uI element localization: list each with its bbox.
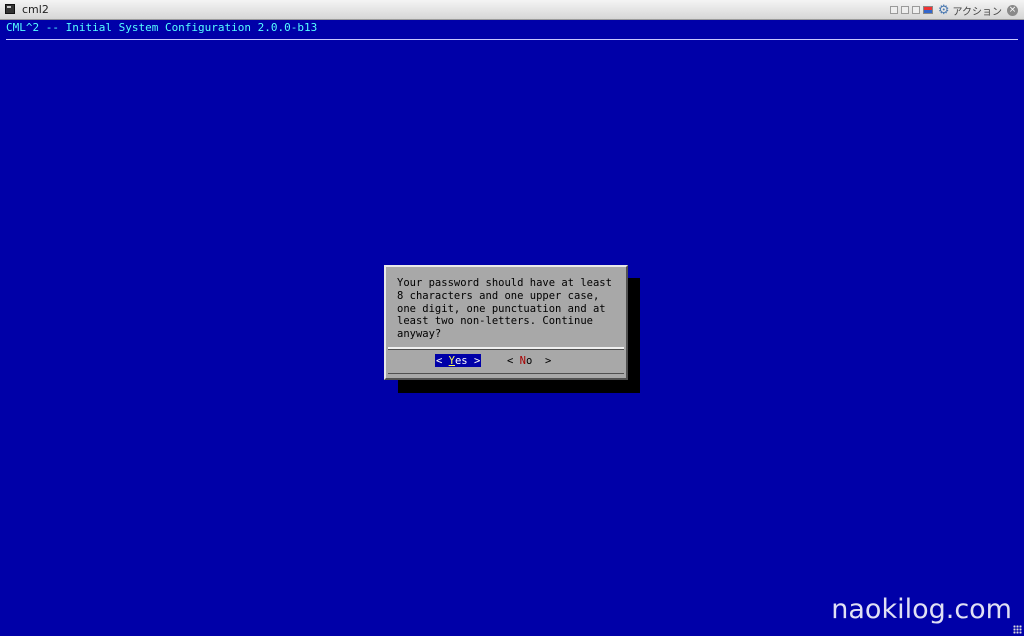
dialog-message-line: 8 characters and one upper case,	[397, 289, 600, 302]
resize-grip-icon[interactable]	[1013, 625, 1022, 634]
window-titlebar[interactable]: cml2 ⚙ アクション ×	[0, 0, 1024, 20]
window-title: cml2	[22, 3, 49, 16]
action-menu-label[interactable]: アクション	[953, 3, 1003, 18]
terminal-header-title: CML^2 -- Initial System Configuration 2.…	[6, 21, 318, 34]
no-button-bracket: <	[507, 355, 520, 367]
minimize-icon[interactable]	[889, 6, 898, 14]
dialog-message-line: one digit, one punctuation and at	[397, 302, 606, 315]
dialog-button-row: < Yes > < No >	[386, 354, 626, 368]
dialog-bottom-border	[388, 373, 624, 374]
password-warning-dialog: Your password should have at least 8 char…	[384, 265, 628, 380]
dialog-message-line: least two non-letters. Continue	[397, 315, 593, 328]
no-button[interactable]: < No >	[507, 354, 551, 367]
no-button-label: o >	[525, 355, 552, 367]
terminal-header-divider	[6, 39, 1018, 40]
dialog-message-line: Your password should have at least	[397, 277, 612, 289]
dialog-message: Your password should have at least 8 char…	[397, 277, 612, 341]
maximize-icon[interactable]	[911, 6, 920, 14]
terminal-app-icon	[5, 4, 15, 14]
close-icon[interactable]: ×	[1007, 4, 1018, 16]
yes-button-bracket: <	[436, 355, 449, 367]
flag-icon[interactable]	[922, 6, 933, 14]
watermark-text: naokilog.com	[831, 594, 1012, 625]
restore-icon[interactable]	[900, 6, 909, 14]
dialog-separator	[388, 347, 624, 350]
yes-button[interactable]: < Yes >	[435, 354, 482, 367]
yes-button-label: es >	[454, 355, 481, 367]
dialog-message-line: anyway?	[397, 328, 442, 341]
window-controls: ⚙ アクション ×	[889, 2, 1018, 18]
gear-icon[interactable]: ⚙	[938, 4, 950, 17]
